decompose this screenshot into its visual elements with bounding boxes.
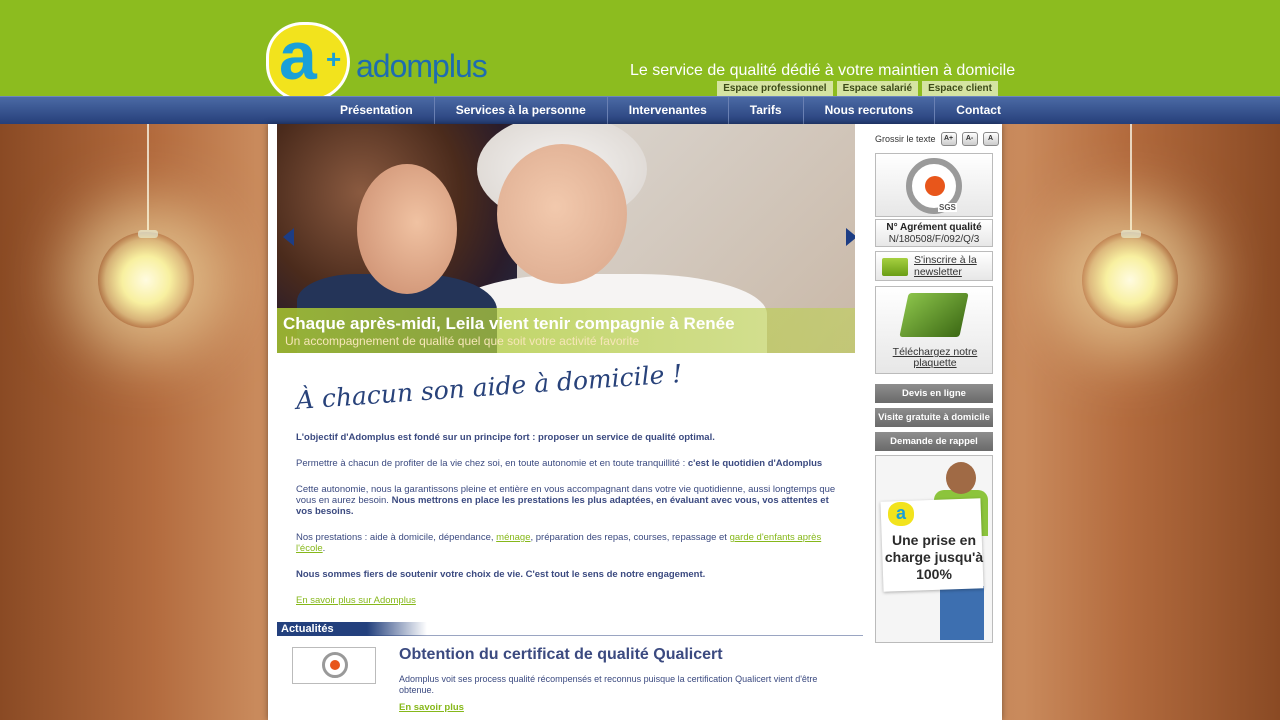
space-tab-professional[interactable]: Espace professionnel xyxy=(717,81,833,96)
news-title[interactable]: Obtention du certificat de qualité Quali… xyxy=(399,646,723,664)
nav-item-presentation[interactable]: Présentation xyxy=(319,97,435,125)
nav-item-intervenantes[interactable]: Intervenantes xyxy=(608,97,729,125)
page-headline: À chacun son aide à domicile ! xyxy=(294,359,684,415)
text-size-controls: Grossir le texte A+ A- A xyxy=(875,132,999,146)
slide-title: Chaque après-midi, Leila vient tenir com… xyxy=(283,314,735,333)
lamp-right xyxy=(1082,232,1178,328)
quality-agreement-box: N° Agrément qualité N/180508/F/092/Q/3 xyxy=(875,219,993,247)
nav-item-tarifs[interactable]: Tarifs xyxy=(729,97,804,125)
agreement-number: N/180508/F/092/Q/3 xyxy=(888,234,980,245)
intro-p4-text-a: Nos prestations : aide à domicile, dépen… xyxy=(296,532,497,543)
promo-text: Une prise en charge jusqu'à 100% xyxy=(884,532,984,582)
slider-next-arrow-icon[interactable] xyxy=(846,228,855,246)
nav-item-contact[interactable]: Contact xyxy=(935,97,1022,125)
intro-p4-text-b: , préparation des repas, courses, repass… xyxy=(530,532,730,543)
intro-p2-text: Permettre à chacun de profiter de la vie… xyxy=(296,458,688,469)
page-content: Chaque après-midi, Leila vient tenir com… xyxy=(268,124,1002,720)
qualicert-seal-icon xyxy=(322,652,348,678)
intro-p5-text: Nous sommes fiers de soutenir votre choi… xyxy=(296,569,706,580)
text-size-increase-button[interactable]: A+ xyxy=(940,132,957,146)
intro-p1-text: L'objectif d'Adomplus est fondé sur un p… xyxy=(296,432,715,443)
checkmark-icon xyxy=(925,176,945,196)
slide-subtitle: Un accompagnement de qualité quel que so… xyxy=(285,334,640,348)
menage-link[interactable]: ménage xyxy=(496,532,530,543)
lamp-left xyxy=(98,232,194,328)
news-section-bar: Actualités xyxy=(277,622,863,636)
logo-text[interactable]: adomplus xyxy=(356,48,488,85)
certification-badge[interactable]: SGS xyxy=(875,153,993,217)
logo-letter: a xyxy=(279,18,317,94)
newsletter-link[interactable]: S'inscrire à la newsletter xyxy=(914,254,992,278)
brochure-download-link[interactable]: Téléchargez notre plaquette xyxy=(876,347,994,369)
online-quote-button[interactable]: Devis en ligne xyxy=(875,384,993,403)
promo-child-head xyxy=(946,462,976,494)
intro-paragraph-4: Nos prestations : aide à domicile, dépen… xyxy=(296,532,842,554)
news-text: Adomplus voit ses process qualité récomp… xyxy=(399,674,818,695)
slider-prev-arrow-icon[interactable] xyxy=(283,228,294,246)
hero-slider[interactable]: Chaque après-midi, Leila vient tenir com… xyxy=(277,124,855,353)
intro-paragraph-1: L'objectif d'Adomplus est fondé sur un p… xyxy=(296,432,842,443)
news-section-label: Actualités xyxy=(277,622,427,636)
intro-paragraph-5: Nous sommes fiers de soutenir votre choi… xyxy=(296,569,842,580)
sgs-label: SGS xyxy=(938,203,957,212)
text-size-decrease-button[interactable]: A- xyxy=(961,132,978,146)
brochure-download-box[interactable]: Téléchargez notre plaquette xyxy=(875,286,993,374)
text-size-label: Grossir le texte xyxy=(875,134,936,144)
nav-item-services[interactable]: Services à la personne xyxy=(435,97,608,125)
slide-photo-senior-face xyxy=(497,144,627,284)
space-tabs: Espace professionnel Espace salarié Espa… xyxy=(717,81,998,96)
main-nav: Présentation Services à la personne Inte… xyxy=(0,96,1280,125)
logo-plus: + xyxy=(326,44,342,74)
newsletter-box[interactable]: S'inscrire à la newsletter xyxy=(875,251,993,281)
intro-paragraph-2: Permettre à chacun de profiter de la vie… xyxy=(296,458,842,469)
promo-child-legs xyxy=(940,586,984,640)
nav-item-recruitment[interactable]: Nous recrutons xyxy=(804,97,936,125)
intro-paragraph-3: Cette autonomie, nous la garantissons pl… xyxy=(296,484,842,517)
tagline: Le service de qualité dédié à votre main… xyxy=(630,62,1016,79)
brochure-icon xyxy=(899,293,969,337)
agreement-title: N° Agrément qualité xyxy=(886,222,982,233)
coverage-promo-banner[interactable]: a Une prise en charge jusqu'à 100% xyxy=(875,455,993,643)
learn-more-adomplus-link[interactable]: En savoir plus sur Adomplus xyxy=(296,595,416,606)
lamp-wire-right xyxy=(1130,124,1132,234)
space-tab-client[interactable]: Espace client xyxy=(922,81,998,96)
intro-paragraph-6: En savoir plus sur Adomplus xyxy=(296,595,842,606)
intro-p4-text-c: . xyxy=(322,543,326,554)
envelope-icon xyxy=(882,258,908,276)
slide-photo-caregiver-face xyxy=(357,164,457,294)
slide-caption: Chaque après-midi, Leila vient tenir com… xyxy=(277,308,855,353)
lamp-wire-left xyxy=(147,124,149,234)
text-size-reset-button[interactable]: A xyxy=(982,132,999,146)
promo-logo-icon: a xyxy=(888,502,914,526)
space-tab-employee[interactable]: Espace salarié xyxy=(836,81,919,96)
intro-text: L'objectif d'Adomplus est fondé sur un p… xyxy=(296,432,842,621)
header: a + adomplus Le service de qualité dédié… xyxy=(0,0,1280,102)
callback-request-button[interactable]: Demande de rappel xyxy=(875,432,993,451)
free-home-visit-button[interactable]: Visite gratuite à domicile xyxy=(875,408,993,427)
news-read-more-link[interactable]: En savoir plus xyxy=(399,702,464,713)
news-thumbnail[interactable] xyxy=(292,647,376,684)
intro-p2-bold: c'est le quotidien d'Adomplus xyxy=(687,458,823,469)
